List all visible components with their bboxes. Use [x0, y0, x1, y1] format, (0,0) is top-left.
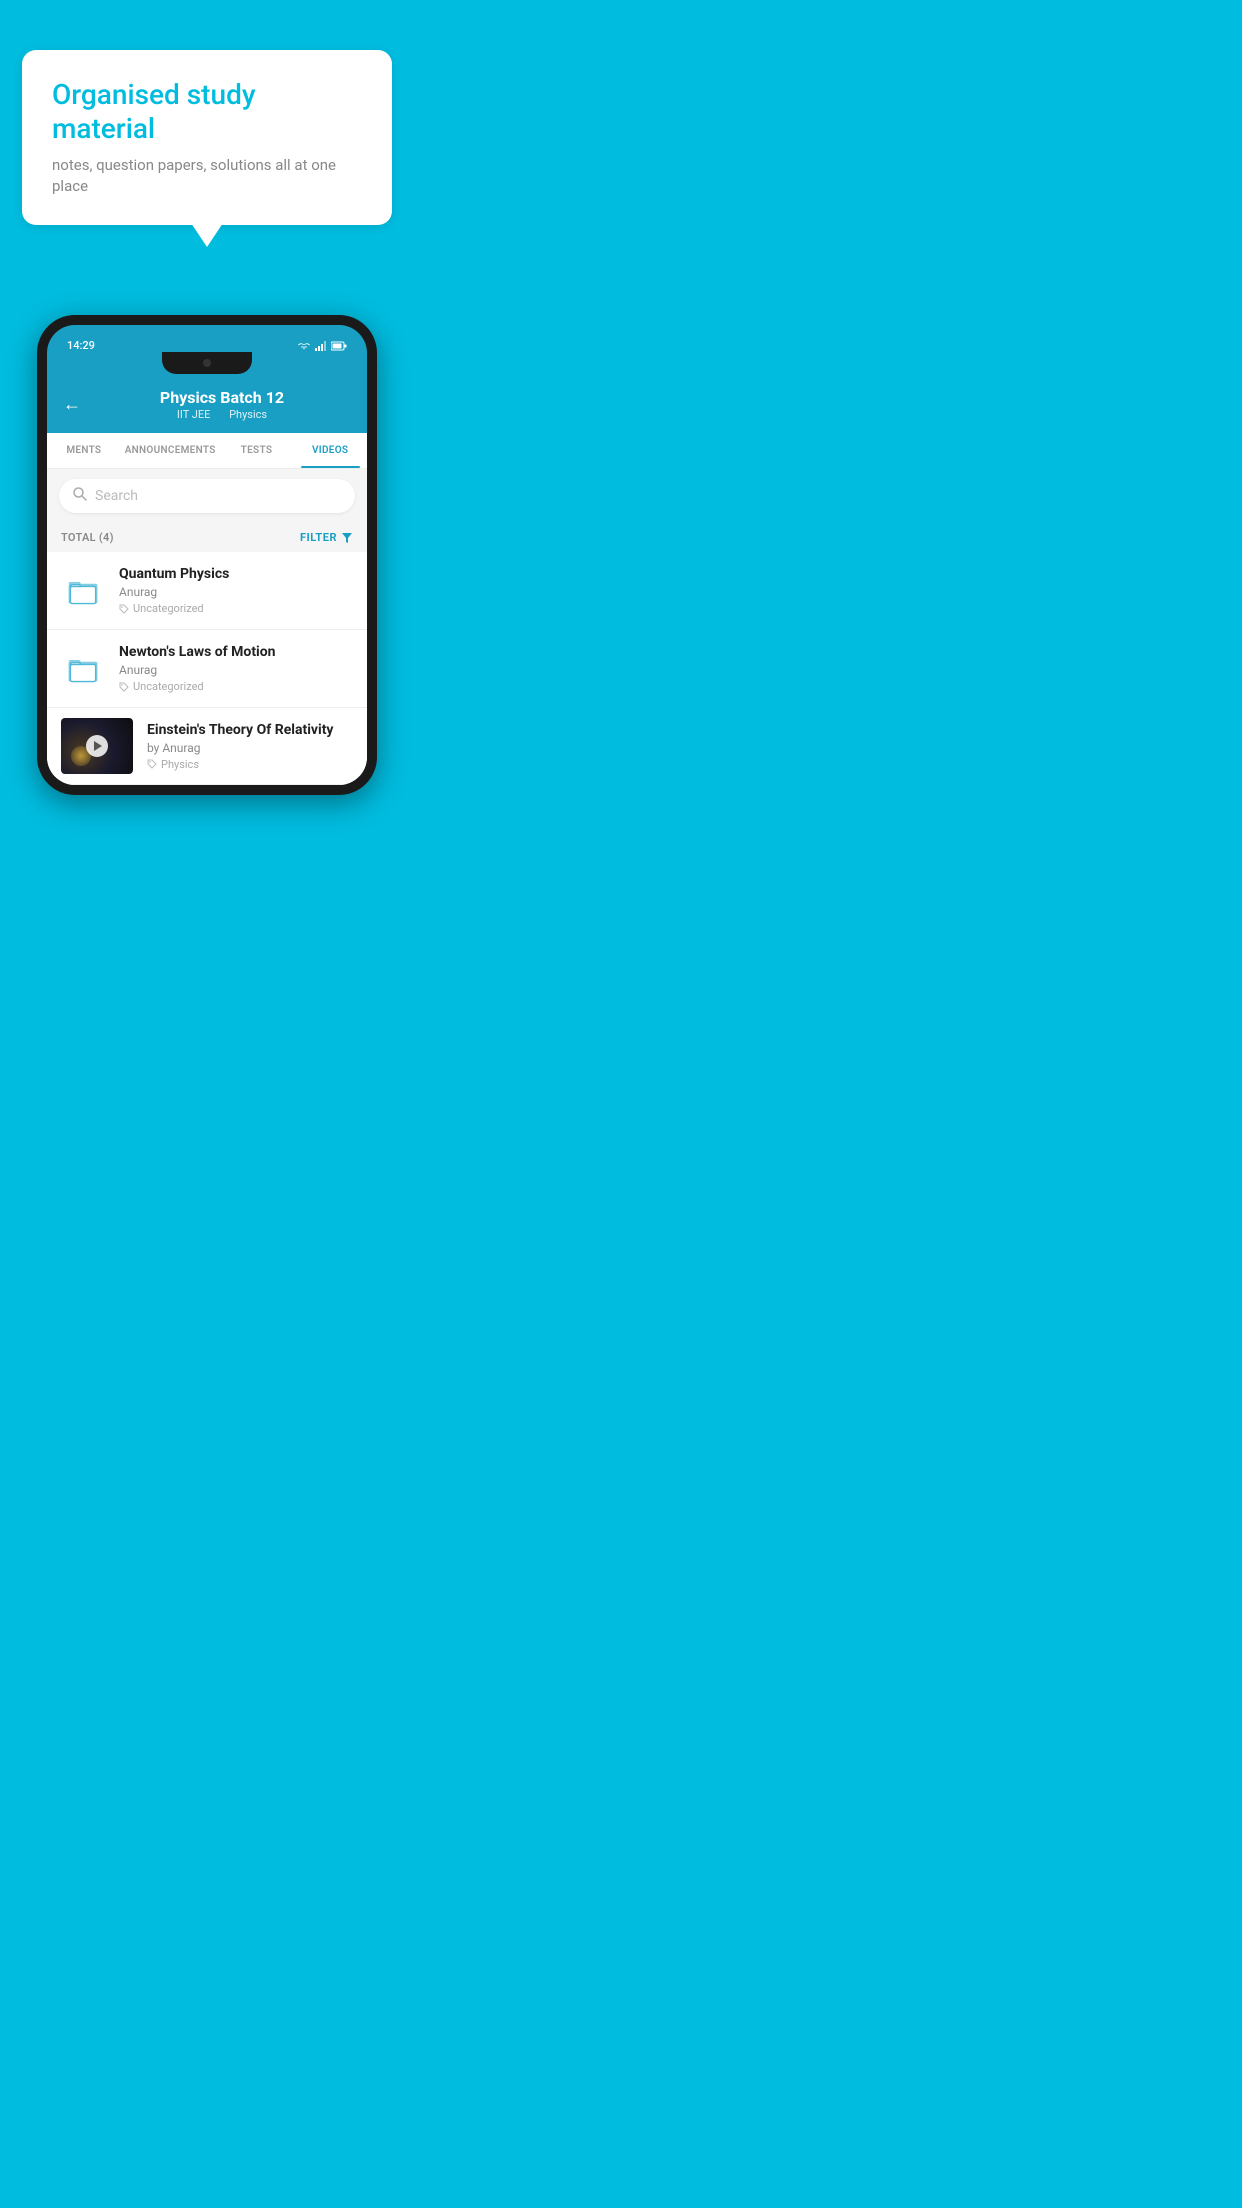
- phone-container: 14:29: [0, 315, 414, 795]
- status-icons: [297, 341, 347, 351]
- camera-dot: [203, 359, 211, 367]
- battery-icon: [331, 341, 347, 351]
- video-info: Quantum Physics Anurag Uncategorized: [119, 566, 353, 615]
- header-subtitle: IIT JEE Physics: [93, 408, 351, 421]
- folder-icon: [65, 651, 101, 687]
- tab-announcements[interactable]: ANNOUNCEMENTS: [121, 433, 220, 468]
- filter-icon: [341, 532, 353, 544]
- top-promo-section: Organised study material notes, question…: [0, 0, 414, 255]
- tab-tests[interactable]: TESTS: [220, 433, 294, 468]
- wifi-icon: [297, 341, 311, 351]
- phone-notch: [162, 352, 252, 374]
- video-tag: Uncategorized: [119, 680, 353, 693]
- bubble-subtitle: notes, question papers, solutions all at…: [52, 155, 362, 197]
- video-thumbnail: [61, 718, 133, 774]
- search-icon: [73, 487, 87, 505]
- video-tag: Physics: [147, 758, 353, 771]
- bubble-title: Organised study material: [52, 78, 362, 145]
- app-screen: ← Physics Batch 12 IIT JEE Physics MENTS…: [47, 374, 367, 785]
- phone-frame: 14:29: [37, 315, 377, 795]
- filter-label: FILTER: [300, 531, 337, 544]
- video-title: Newton's Laws of Motion: [119, 644, 353, 660]
- tag-label: Uncategorized: [133, 602, 204, 615]
- search-placeholder: Search: [95, 488, 138, 504]
- tab-videos[interactable]: VIDEOS: [293, 433, 367, 468]
- video-author: Anurag: [119, 663, 353, 677]
- signal-icon: [315, 341, 327, 351]
- filter-bar: TOTAL (4) FILTER: [47, 523, 367, 552]
- video-info: Newton's Laws of Motion Anurag Uncategor…: [119, 644, 353, 693]
- video-author: by Anurag: [147, 741, 353, 755]
- app-header: ← Physics Batch 12 IIT JEE Physics: [47, 374, 367, 433]
- folder-icon: [65, 573, 101, 609]
- filter-button[interactable]: FILTER: [300, 531, 353, 544]
- list-item[interactable]: Quantum Physics Anurag Uncategorized: [47, 552, 367, 630]
- search-bar[interactable]: Search: [59, 479, 355, 513]
- status-time: 14:29: [67, 339, 95, 352]
- video-author: Anurag: [119, 585, 353, 599]
- tag-icon: [119, 682, 129, 692]
- header-subject: Physics: [229, 408, 267, 421]
- status-bar: 14:29: [47, 325, 367, 374]
- video-title: Quantum Physics: [119, 566, 353, 582]
- header-category: IIT JEE: [177, 408, 210, 421]
- tabs-bar: MENTS ANNOUNCEMENTS TESTS VIDEOS: [47, 433, 367, 469]
- tag-icon: [119, 604, 129, 614]
- header-title: Physics Batch 12: [93, 388, 351, 407]
- video-title: Einstein's Theory Of Relativity: [147, 722, 353, 738]
- back-button[interactable]: ←: [63, 394, 81, 415]
- speech-bubble: Organised study material notes, question…: [22, 50, 392, 225]
- video-info: Einstein's Theory Of Relativity by Anura…: [147, 722, 353, 771]
- play-triangle-icon: [94, 741, 102, 751]
- folder-icon-container: [61, 569, 105, 613]
- video-tag: Uncategorized: [119, 602, 353, 615]
- tag-label: Physics: [161, 758, 199, 771]
- header-title-group: Physics Batch 12 IIT JEE Physics: [93, 388, 351, 421]
- status-row: 14:29: [63, 335, 351, 352]
- list-item[interactable]: Einstein's Theory Of Relativity by Anura…: [47, 708, 367, 785]
- tag-icon: [147, 759, 157, 769]
- folder-icon-container: [61, 647, 105, 691]
- total-count: TOTAL (4): [61, 531, 114, 544]
- video-list: Quantum Physics Anurag Uncategorized: [47, 552, 367, 785]
- tab-ments[interactable]: MENTS: [47, 433, 121, 468]
- play-button[interactable]: [86, 735, 108, 757]
- search-bar-container: Search: [47, 469, 367, 523]
- tag-label: Uncategorized: [133, 680, 204, 693]
- list-item[interactable]: Newton's Laws of Motion Anurag Uncategor…: [47, 630, 367, 708]
